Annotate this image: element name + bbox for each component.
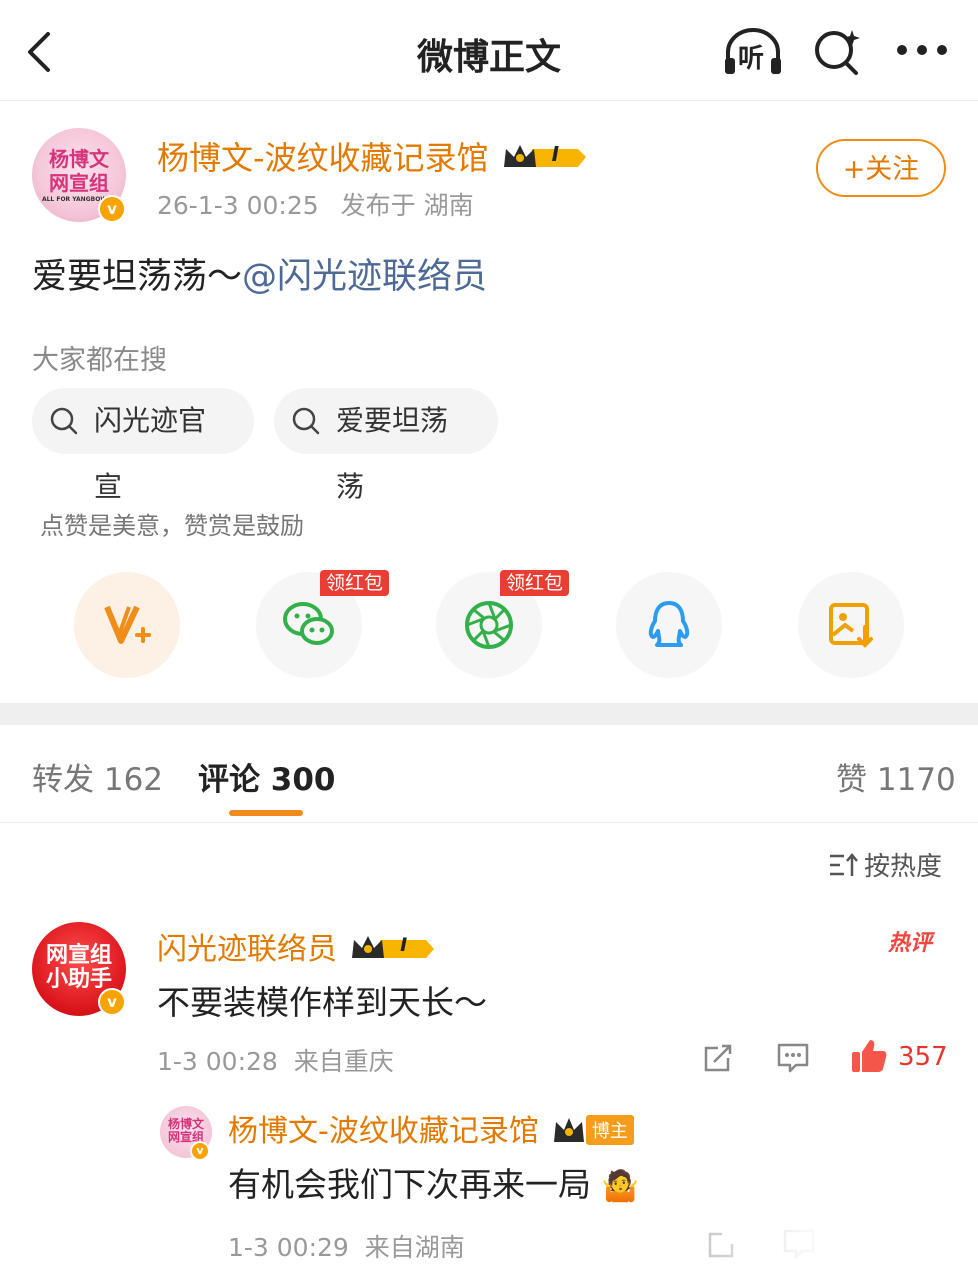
post-timestamp: 26-1-3 00:25 [157, 191, 319, 220]
reply-author[interactable]: 杨博文-波纹收藏记录馆 [228, 1114, 539, 1149]
search-chip-label: 闪光迹官宣 [94, 404, 207, 503]
more-icon[interactable] [896, 44, 948, 56]
tab-divider [0, 822, 978, 823]
post-meta: 26-1-3 00:25 发布于 湖南 [157, 186, 474, 222]
active-tab-indicator [229, 810, 303, 816]
qq-icon [648, 601, 690, 647]
search-chip-label: 爱要坦荡荡 [336, 404, 449, 503]
save-image-icon [829, 603, 873, 648]
vip-crown-badge: I [350, 934, 436, 968]
comment-author[interactable]: 闪光迹联络员 [157, 932, 337, 967]
verified-badge: v [98, 195, 126, 223]
tab-likes[interactable]: 赞 1170 [836, 754, 956, 799]
tab-repost[interactable]: 转发 162 [32, 754, 163, 799]
comment-text: 不要装模作样到天长～ [157, 983, 487, 1022]
crown-icon [553, 1118, 584, 1142]
avatar-text: 网宣组 [49, 171, 109, 195]
red-packet-tag: 领红包 [320, 570, 390, 596]
sort-label: 按热度 [864, 852, 943, 882]
search-icon [292, 407, 320, 435]
reward-button[interactable] [74, 572, 180, 678]
reward-tip: 点赞是美意，赞赏是鼓励 [40, 512, 304, 540]
section-divider [0, 703, 978, 725]
save-image-button[interactable] [798, 572, 904, 678]
verified-badge: v [98, 988, 126, 1016]
bottom-fade-overlay [690, 1210, 978, 1280]
crown-icon [352, 936, 435, 958]
level-number: I [551, 142, 560, 166]
sort-icon [830, 853, 858, 876]
shrug-emoji: 🤷 [601, 1169, 639, 1204]
search-icon [50, 407, 78, 435]
hot-comment-badge: 热评 [888, 931, 933, 956]
like-count: 357 [898, 1042, 948, 1072]
listen-button[interactable]: 听 [722, 24, 784, 78]
vip-crown-badge: I [502, 141, 588, 177]
red-packet-tag: 领红包 [500, 570, 570, 596]
post-text: 爱要坦荡荡～ [32, 257, 243, 297]
post-location: 发布于 湖南 [340, 191, 474, 220]
listen-label: 听 [738, 44, 765, 74]
author-name-row: 杨博文-波纹收藏记录馆 I [157, 133, 588, 179]
author-name[interactable]: 杨博文-波纹收藏记录馆 [157, 139, 489, 177]
reply-meta: 1-3 00:29 来自湖南 [228, 1233, 465, 1262]
moments-icon [465, 601, 513, 649]
verified-badge: v [190, 1141, 210, 1161]
hot-search-label: 大家都在搜 [32, 345, 167, 376]
reply-text: 有机会我们下次再来一局 [228, 1165, 591, 1204]
share-qq-button[interactable] [616, 572, 722, 678]
search-chip[interactable]: 闪光迹官宣 [32, 388, 254, 503]
search-icon[interactable] [812, 26, 864, 78]
owner-badge: 博主 [585, 1115, 634, 1145]
avatar-text: 网宣组 [45, 943, 112, 968]
comment-meta: 1-3 00:28 来自重庆 [157, 1047, 394, 1076]
like-thumb-icon[interactable] [850, 1038, 888, 1074]
top-nav-bar: 微博正文 听 [0, 0, 978, 101]
level-number: I [400, 934, 408, 956]
search-chip[interactable]: 爱要坦荡荡 [274, 388, 498, 503]
avatar-text: 杨博文 [49, 147, 109, 171]
follow-button[interactable]: +关注 [816, 139, 946, 197]
wechat-icon [283, 602, 334, 645]
post-body: 爱要坦荡荡～@闪光迹联络员 [32, 248, 487, 299]
repost-icon[interactable] [702, 1042, 734, 1074]
reply-text-row: 有机会我们下次再来一局 🤷 [228, 1158, 639, 1206]
reward-icon [104, 605, 151, 644]
crown-icon [503, 145, 586, 167]
sort-button[interactable]: 按热度 [828, 846, 942, 883]
comment-icon[interactable] [776, 1042, 810, 1074]
comment-author-row: 闪光迹联络员 I [157, 924, 436, 968]
tab-comments[interactable]: 评论 300 [198, 754, 336, 799]
mention-link[interactable]: @闪光迹联络员 [242, 257, 487, 297]
reply-author-row: 杨博文-波纹收藏记录馆 博主 [228, 1106, 634, 1150]
